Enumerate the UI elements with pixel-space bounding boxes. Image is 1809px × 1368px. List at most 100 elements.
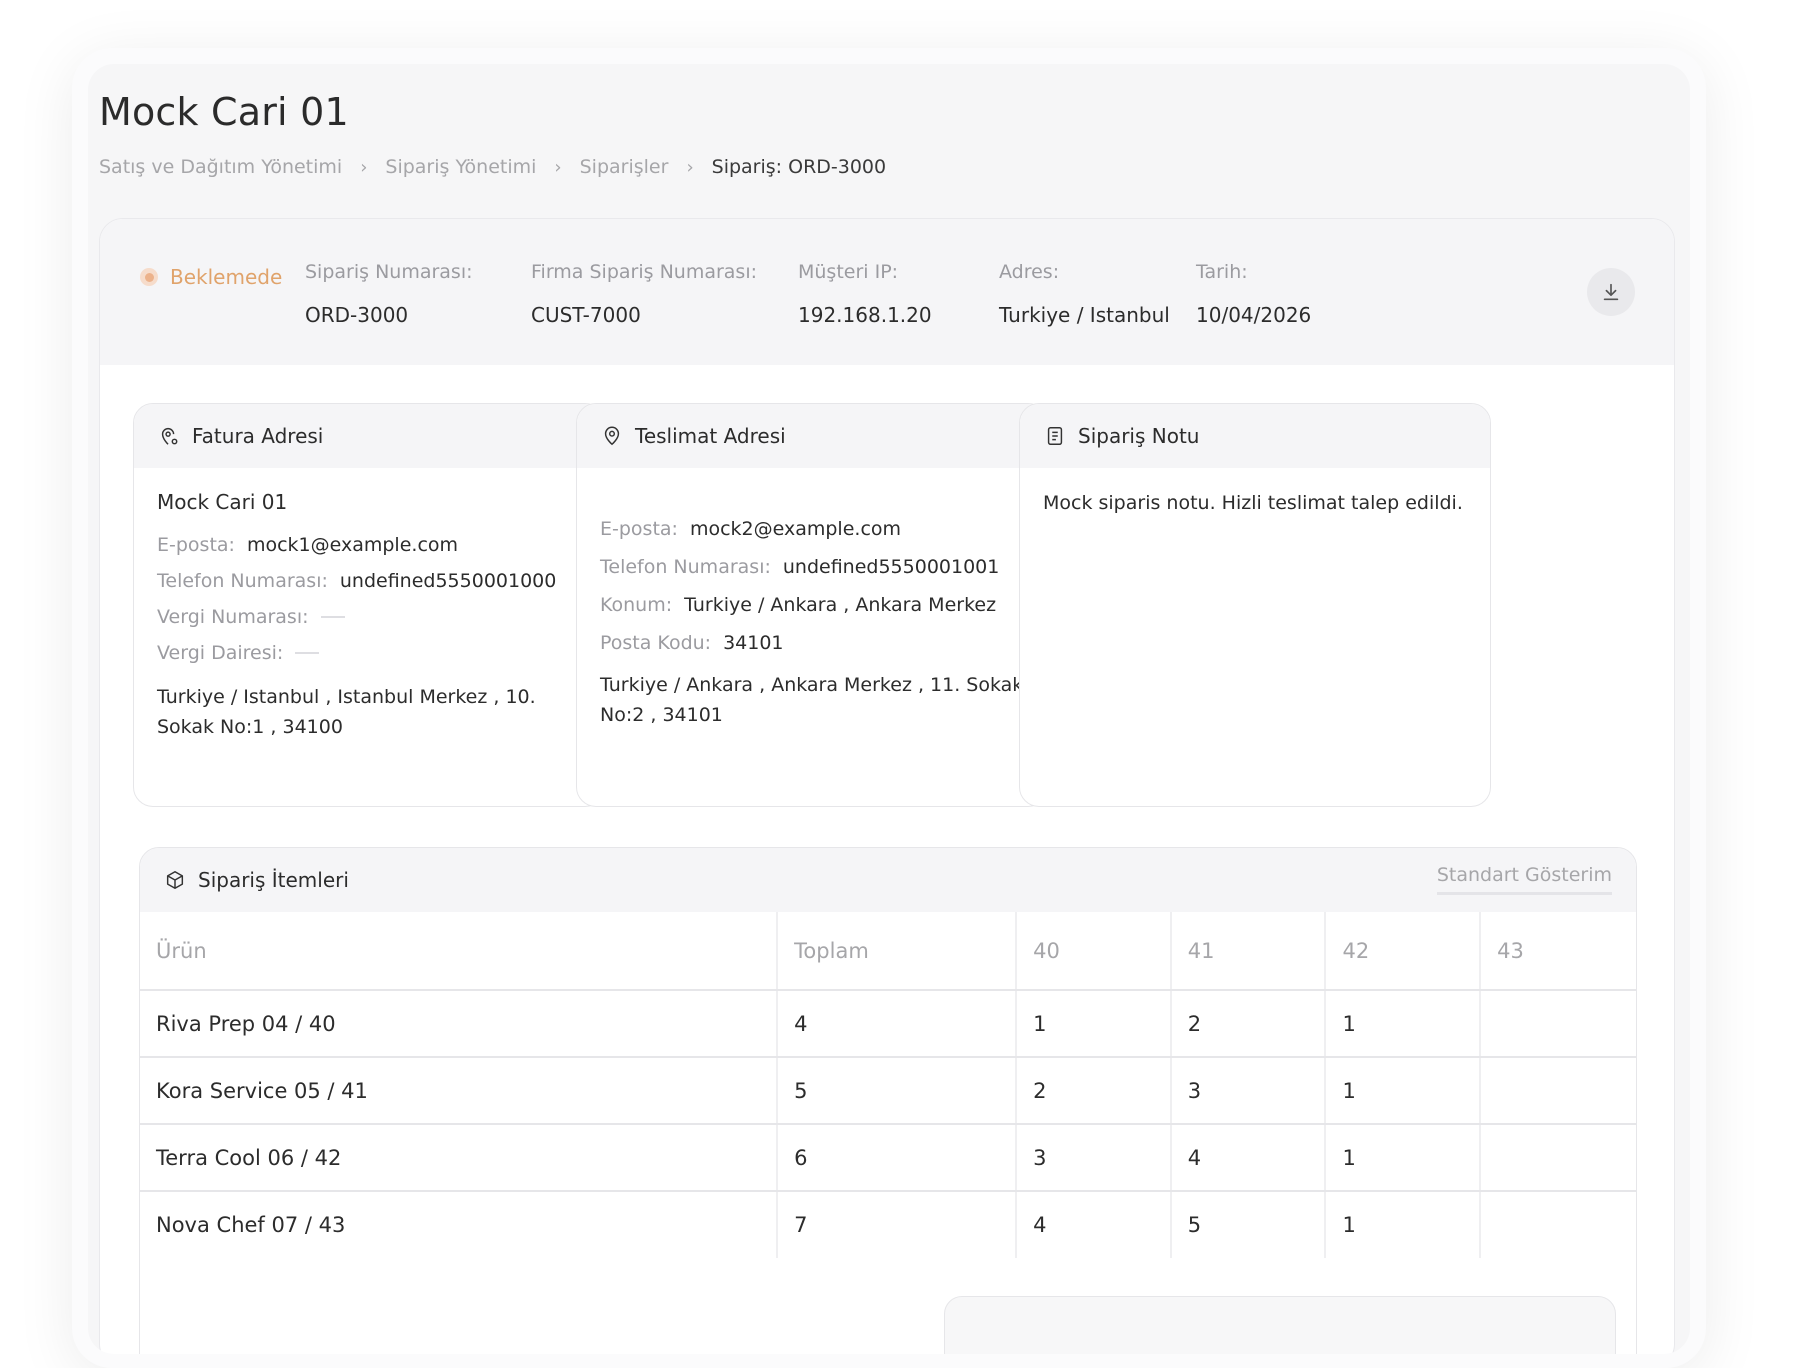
shipping-postal-value: 34101 xyxy=(723,632,784,654)
breadcrumb: Satış ve Dağıtım Yönetimi › Sipariş Yöne… xyxy=(99,156,886,178)
order-items-header: Sipariş İtemleri Standart Gösterim xyxy=(140,848,1636,912)
shipping-address-title: Teslimat Adresi xyxy=(635,424,786,448)
size-cell: 1 xyxy=(1325,990,1482,1058)
box-icon xyxy=(166,871,184,889)
customer-ip-field: Müşteri IP: 192.168.1.20 xyxy=(798,261,932,327)
location-pin-icon xyxy=(604,426,620,446)
shipping-phone-value: undefined5550001001 xyxy=(782,556,1000,578)
date-label: Tarih: xyxy=(1196,261,1248,283)
size-cell xyxy=(1480,1191,1636,1258)
address-field: Adres: Turkiye / Istanbul xyxy=(999,261,1170,327)
column-header-product[interactable]: Ürün xyxy=(140,912,779,991)
product-cell: Terra Cool 06 / 42 xyxy=(140,1124,779,1192)
shipping-location-label: Konum: xyxy=(600,594,673,616)
shipping-address-line-2: No:2 , 34101 xyxy=(600,704,723,726)
billing-tax-office-label: Vergi Dairesi: xyxy=(157,642,284,664)
customer-ip-label: Müşteri IP: xyxy=(798,261,899,283)
table-row[interactable]: Nova Chef 07 / 43 7 4 5 1 xyxy=(140,1191,1636,1258)
chevron-right-icon: › xyxy=(360,156,368,178)
shipping-phone-label: Telefon Numarası: xyxy=(600,556,771,578)
size-cell xyxy=(1480,1057,1636,1125)
column-header-total[interactable]: Toplam xyxy=(777,912,1018,991)
billing-address-line-2: Sokak No:1 , 34100 xyxy=(157,716,343,738)
order-number-field: Sipariş Numarası: ORD-3000 xyxy=(305,261,473,327)
company-order-field: Firma Sipariş Numarası: CUST-7000 xyxy=(531,261,757,327)
breadcrumb-item-sales[interactable]: Satış ve Dağıtım Yönetimi xyxy=(99,156,342,178)
size-cell xyxy=(1480,1124,1636,1192)
billing-tax-number-label: Vergi Numarası: xyxy=(157,606,309,628)
billing-tax-office-row: Vergi Dairesi: xyxy=(157,642,581,664)
billing-email-label: E-posta: xyxy=(157,534,235,556)
billing-email-value: mock1@example.com xyxy=(246,534,459,556)
standard-view-toggle[interactable]: Standart Gösterim xyxy=(1436,864,1612,895)
breadcrumb-item-order-management[interactable]: Sipariş Yönetimi xyxy=(385,156,536,178)
breadcrumb-item-orders[interactable]: Siparişler xyxy=(580,156,669,178)
shipping-full-address: Turkiye / Ankara , Ankara Merkez , 11. S… xyxy=(600,668,1024,733)
order-items-card: Sipariş İtemleri Standart Gösterim Ürün … xyxy=(139,847,1637,1354)
column-header-size-43[interactable]: 43 xyxy=(1480,912,1636,991)
billing-phone-row: Telefon Numarası: undefined5550001000 xyxy=(157,570,581,592)
total-cell: 5 xyxy=(777,1057,1018,1125)
billing-phone-value: undefined5550001000 xyxy=(339,570,557,592)
page-title: Mock Cari 01 xyxy=(99,90,349,134)
billing-tax-number-row: Vergi Numarası: xyxy=(157,606,581,628)
size-cell: 3 xyxy=(1170,1057,1327,1125)
company-order-label: Firma Sipariş Numarası: xyxy=(531,261,758,283)
shipping-phone-row: Telefon Numarası: undefined5550001001 xyxy=(600,556,1024,578)
status-dot-icon xyxy=(140,268,158,286)
date-value: 10/04/2026 xyxy=(1196,303,1312,327)
shipping-postal-row: Posta Kodu: 34101 xyxy=(600,632,1024,654)
order-detail-page: Mock Cari 01 Satış ve Dağıtım Yönetimi ›… xyxy=(88,64,1690,1354)
billing-full-address: Turkiye / Istanbul , Istanbul Merkez , 1… xyxy=(157,680,581,745)
size-cell: 2 xyxy=(1016,1057,1172,1125)
order-note-text: Mock siparis notu. Hizli teslimat talep … xyxy=(1043,492,1463,514)
shipping-location-value: Turkiye / Ankara , Ankara Merkez xyxy=(684,594,997,616)
address-value: Turkiye / Istanbul xyxy=(999,303,1170,327)
chevron-right-icon: › xyxy=(686,156,694,178)
size-cell: 5 xyxy=(1170,1191,1327,1258)
billing-email-row: E-posta: mock1@example.com xyxy=(157,534,581,556)
billing-address-card: Fatura Adresi Mock Cari 01 E-posta: mock… xyxy=(133,403,605,807)
total-cell: 4 xyxy=(777,990,1018,1058)
size-cell: 1 xyxy=(1325,1057,1482,1125)
billing-name: Mock Cari 01 xyxy=(157,490,288,514)
billing-phone-label: Telefon Numarası: xyxy=(157,570,328,592)
chevron-right-icon: › xyxy=(554,156,562,178)
order-note-body: Mock siparis notu. Hizli teslimat talep … xyxy=(1020,468,1490,536)
product-cell: Kora Service 05 / 41 xyxy=(140,1057,779,1125)
billing-address-body: Mock Cari 01 E-posta: mock1@example.com … xyxy=(134,468,604,767)
download-button[interactable] xyxy=(1587,268,1635,316)
table-row[interactable]: Terra Cool 06 / 42 6 3 4 1 xyxy=(140,1124,1636,1192)
address-label: Adres: xyxy=(999,261,1060,283)
shipping-address-body: E-posta: mock2@example.com Telefon Numar… xyxy=(577,468,1047,755)
shipping-location-row: Konum: Turkiye / Ankara , Ankara Merkez xyxy=(600,594,1024,616)
column-header-size-41[interactable]: 41 xyxy=(1170,912,1327,991)
shipping-email-row: E-posta: mock2@example.com xyxy=(600,518,1024,540)
product-cell: Riva Prep 04 / 40 xyxy=(140,990,779,1058)
order-totals-panel xyxy=(944,1296,1616,1354)
location-settings-icon xyxy=(161,428,178,445)
order-summary-bar: Beklemede Sipariş Numarası: ORD-3000 Fir… xyxy=(100,219,1674,365)
table-row[interactable]: Riva Prep 04 / 40 4 1 2 1 xyxy=(140,990,1636,1058)
order-number-value: ORD-3000 xyxy=(305,303,409,327)
billing-address-header: Fatura Adresi xyxy=(134,404,604,468)
billing-address-title: Fatura Adresi xyxy=(192,424,324,448)
customer-ip-value: 192.168.1.20 xyxy=(798,303,932,327)
order-note-title: Sipariş Notu xyxy=(1078,424,1200,448)
column-header-size-42[interactable]: 42 xyxy=(1325,912,1482,991)
shipping-email-value: mock2@example.com xyxy=(689,518,902,540)
shipping-address-header: Teslimat Adresi xyxy=(577,404,1047,468)
column-header-size-40[interactable]: 40 xyxy=(1016,912,1172,991)
size-cell: 4 xyxy=(1016,1191,1172,1258)
company-order-value: CUST-7000 xyxy=(531,303,641,327)
date-field: Tarih: 10/04/2026 xyxy=(1196,261,1311,327)
shipping-address-card: Teslimat Adresi E-posta: mock2@example.c… xyxy=(576,403,1048,807)
status-label: Beklemede xyxy=(170,265,283,289)
order-number-label: Sipariş Numarası: xyxy=(305,261,473,283)
product-cell: Nova Chef 07 / 43 xyxy=(140,1191,779,1258)
size-cell: 4 xyxy=(1170,1124,1327,1192)
order-items-title: Sipariş İtemleri xyxy=(198,868,349,892)
size-cell: 1 xyxy=(1325,1124,1482,1192)
empty-value-dash xyxy=(295,652,320,654)
table-row[interactable]: Kora Service 05 / 41 5 2 3 1 xyxy=(140,1057,1636,1125)
